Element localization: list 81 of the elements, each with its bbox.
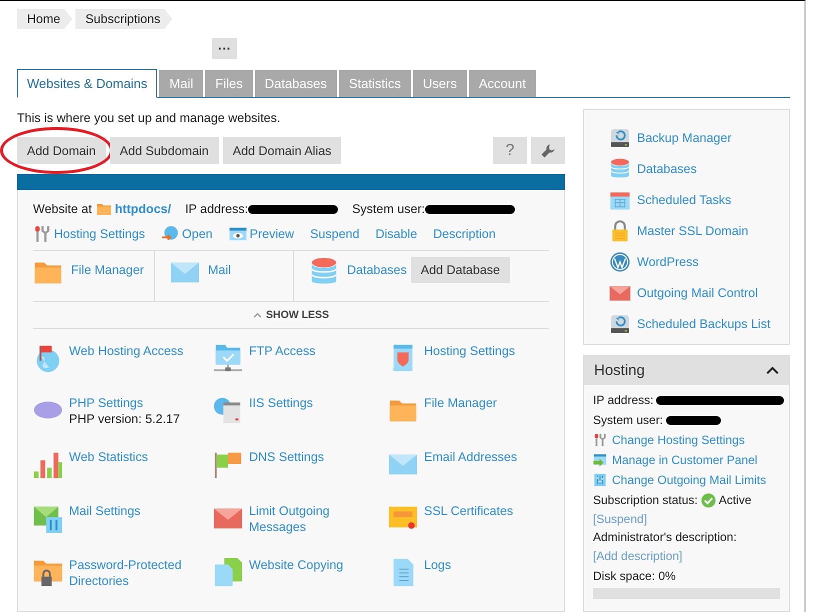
tool-link[interactable]: Limit Outgoing Messages xyxy=(249,503,369,535)
tools-icon xyxy=(593,433,607,447)
documents-icon xyxy=(213,557,243,587)
sliders-icon xyxy=(593,473,607,487)
tool-link[interactable]: SSL Certificates xyxy=(424,503,514,519)
toolbar-button[interactable]: Add Domain xyxy=(17,137,106,164)
panel-title: Hosting xyxy=(594,362,645,379)
tool-link[interactable]: Mail xyxy=(208,263,231,277)
folder-link[interactable]: httpdocs/ xyxy=(96,201,172,217)
side-link[interactable]: Backup Manager xyxy=(637,130,732,144)
show-less-toggle[interactable]: SHOW LESS xyxy=(246,308,335,322)
more-button[interactable]: ··· xyxy=(212,38,237,59)
side-link[interactable]: Scheduled Backups List xyxy=(637,316,770,330)
action-link[interactable]: Preview xyxy=(228,225,294,243)
panel-link[interactable]: Change Hosting Settings xyxy=(593,433,745,447)
globe-server-icon xyxy=(213,395,243,425)
tool-link[interactable]: Web Hosting Access xyxy=(69,343,184,359)
help-button[interactable]: ? xyxy=(493,137,527,164)
info-label: System user: xyxy=(352,202,426,216)
toolbar-button[interactable]: Add Subdomain xyxy=(110,137,219,164)
tool-link[interactable]: Logs xyxy=(424,557,452,573)
tool-link[interactable]: Hosting Settings xyxy=(424,343,516,359)
info-label: System user: xyxy=(593,413,664,427)
tool-link[interactable]: Web Statistics xyxy=(69,449,148,465)
action-link[interactable]: Description xyxy=(433,227,496,241)
tool-link[interactable]: DNS Settings xyxy=(249,449,324,465)
suspend-link[interactable]: [Suspend] xyxy=(593,511,648,527)
side-link[interactable]: WordPress xyxy=(637,254,699,268)
tool-link[interactable]: File Manager xyxy=(71,263,144,277)
side-link[interactable]: Outgoing Mail Control xyxy=(637,286,758,300)
tool-link[interactable]: Mail Settings xyxy=(69,503,141,519)
database-icon xyxy=(609,158,631,180)
wrench-icon xyxy=(540,142,556,158)
drive-icon xyxy=(609,312,631,334)
settings-button[interactable] xyxy=(531,137,565,164)
status-text: Active xyxy=(718,492,752,508)
info-label: IP address: xyxy=(185,202,248,216)
info-label: IP address: xyxy=(593,393,654,407)
panel-link[interactable]: Change Outgoing Mail Limits xyxy=(593,473,766,487)
tab[interactable]: Users xyxy=(412,70,467,97)
circle-logo-icon xyxy=(609,250,631,272)
info-label: Disk space: 0% xyxy=(593,569,676,583)
side-link[interactable]: Databases xyxy=(637,162,697,176)
version-text: PHP version: 5.2.17 xyxy=(69,411,180,427)
tools-icon xyxy=(33,225,51,243)
action-link[interactable]: Open xyxy=(161,225,213,243)
breadcrumb-link[interactable]: Home xyxy=(17,9,72,29)
side-link[interactable]: Scheduled Tasks xyxy=(637,192,732,206)
tab[interactable]: Files xyxy=(205,70,253,97)
toolbar-button[interactable]: Add Domain Alias xyxy=(222,137,342,164)
tool-link[interactable]: IIS Settings xyxy=(249,395,313,411)
tab[interactable]: Mail xyxy=(159,70,204,97)
action-link[interactable]: Hosting Settings xyxy=(33,225,146,243)
tool-link[interactable]: Password-Protected Directories xyxy=(69,557,189,589)
intro-text: This is where you set up and manage websites. xyxy=(17,110,282,126)
info-label: Subscription status: xyxy=(593,492,698,508)
tool-link[interactable]: Email Addresses xyxy=(424,449,518,465)
panel-link[interactable]: Manage in Customer Panel xyxy=(593,453,758,467)
action-link[interactable]: Disable xyxy=(375,227,418,241)
action-link[interactable]: Suspend xyxy=(310,227,360,241)
tab[interactable]: Websites & Domains xyxy=(17,69,158,98)
side-link[interactable]: Master SSL Domain xyxy=(637,224,748,238)
chevron-up-icon[interactable] xyxy=(766,364,779,377)
tool-link[interactable]: File Manager xyxy=(424,395,497,411)
tab[interactable]: Databases xyxy=(254,70,337,97)
eye-window-icon xyxy=(228,225,247,243)
description-link[interactable]: [Add description] xyxy=(593,548,682,564)
chevron-up-icon xyxy=(252,310,262,320)
breadcrumb-link[interactable]: Subscriptions xyxy=(75,9,172,29)
tab[interactable]: Account xyxy=(468,70,536,97)
tool-link[interactable]: Website Copying xyxy=(249,557,344,573)
folder-network-icon xyxy=(213,343,243,373)
tab[interactable]: Statistics xyxy=(338,70,411,97)
info-label: Administrator's description: xyxy=(593,529,737,545)
tool-link[interactable]: FTP Access xyxy=(249,343,316,359)
folder-icon xyxy=(96,201,112,217)
tool-link[interactable]: Databases xyxy=(347,263,407,277)
drive-icon xyxy=(609,126,631,148)
info-label: Website at xyxy=(33,202,92,216)
tool-link[interactable]: PHP Settings xyxy=(69,395,180,411)
add-button[interactable]: Add Database xyxy=(410,257,510,283)
